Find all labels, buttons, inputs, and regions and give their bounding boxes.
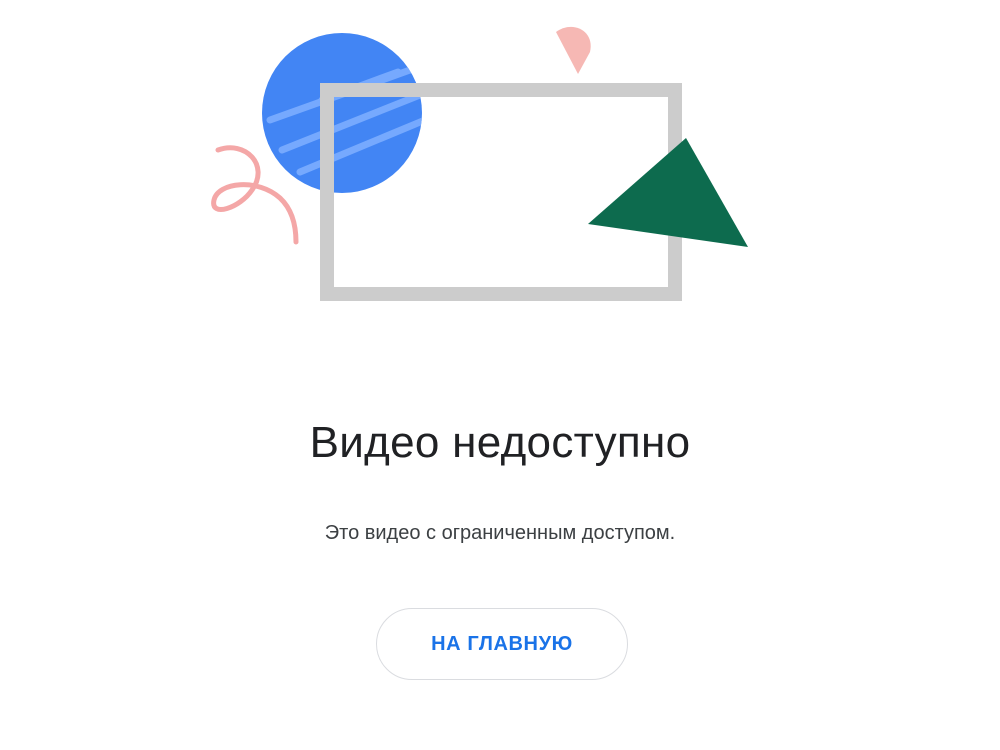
go-home-button-label: НА ГЛАВНУЮ: [431, 632, 573, 655]
error-message: Это видео с ограниченным доступом.: [324, 522, 676, 544]
video-unavailable-illustration: [211, 26, 748, 301]
green-triangle-icon: [588, 138, 748, 247]
pink-semicircle-icon: [556, 26, 591, 74]
go-home-button[interactable]: НА ГЛАВНУЮ: [376, 608, 628, 680]
blue-circle-icon: [262, 33, 422, 193]
video-unavailable-page: Видео недоступно Это видео с ограниченны…: [0, 0, 1000, 750]
page-title: Видео недоступно: [309, 418, 691, 467]
